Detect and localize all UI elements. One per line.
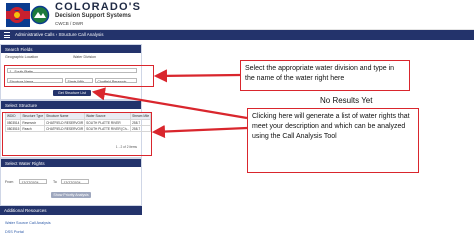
- structure-list-highlight-box: [2, 112, 152, 156]
- brand-subtitle: Decision Support Systems: [55, 13, 132, 19]
- breadcrumb[interactable]: Administrative Calls › Structure Call An…: [15, 32, 104, 37]
- search-fields-title: Search Fields: [1, 45, 141, 53]
- hamburger-menu-icon[interactable]: [4, 32, 10, 38]
- arrow-to-structure-table: [151, 124, 248, 139]
- select-water-rights-panel: Select Water Rights From 12/27/2024 To 1…: [0, 158, 142, 206]
- get-structure-list-button[interactable]: Get Structure List: [53, 90, 91, 96]
- division-highlight-box: [4, 65, 154, 87]
- brand-title: COLORADO'S: [55, 1, 142, 13]
- to-date-input[interactable]: 12/27/2024: [61, 179, 89, 184]
- water-source-call-analysis-link[interactable]: Water Source Call Analysis: [5, 221, 51, 225]
- additional-resources-panel: Additional Resources Water Source Call A…: [0, 206, 142, 241]
- no-results-message: No Results Yet: [320, 96, 373, 105]
- geographic-location-label: Geographic Location: [5, 55, 39, 59]
- to-label: To: [53, 180, 57, 184]
- nav-bar: Administrative Calls › Structure Call An…: [0, 30, 474, 40]
- water-division-label: Water Division: [73, 55, 97, 59]
- select-water-rights-title: Select Water Rights: [1, 159, 141, 167]
- show-priority-analysis-button[interactable]: Show Priority Analysis: [51, 192, 91, 198]
- from-date-input[interactable]: 12/27/2024: [19, 179, 47, 184]
- callout-division-instructions: Select the appropriate water division an…: [240, 60, 410, 91]
- select-structure-title: Select Structure: [1, 101, 141, 109]
- brand-agencies: CWCB / DWR: [55, 21, 84, 26]
- dss-portal-link[interactable]: DSS Portal: [5, 230, 24, 234]
- app-header: COLORADO'S Decision Support Systems CWCB…: [0, 0, 474, 30]
- from-label: From: [5, 180, 14, 184]
- arrow-to-division-field: [153, 69, 241, 83]
- additional-resources-title: Additional Resources: [0, 206, 142, 215]
- callout-structure-list-instructions: Clicking here will generate a list of wa…: [247, 108, 419, 173]
- colorado-logo-icon: [6, 3, 50, 27]
